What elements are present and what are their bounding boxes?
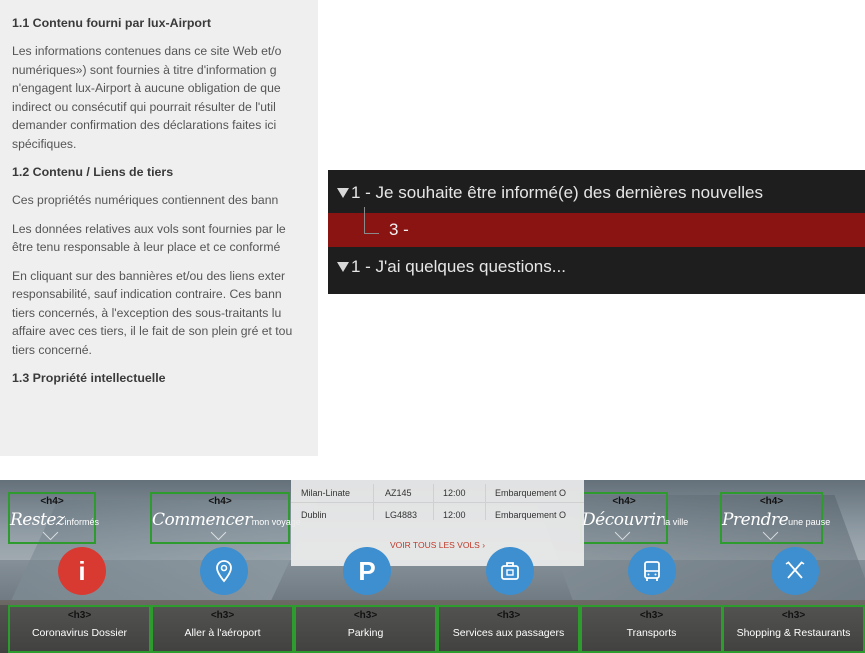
info-glyph: i xyxy=(78,556,86,586)
luggage-icon[interactable] xyxy=(486,547,534,595)
h3-tag: <h3> xyxy=(353,610,378,621)
h3-tag: <h3> xyxy=(781,610,806,621)
h4-script-text: Restez xyxy=(10,510,65,530)
tree-node-news[interactable]: 1 - Je souhaite être informé(e) des dern… xyxy=(328,176,763,210)
tree-node-label: 1 - J'ai quelques questions... xyxy=(351,257,566,276)
tree-connector xyxy=(364,207,379,234)
section-1-2-title: 1.2 Contenu / Liens de tiers xyxy=(12,165,174,179)
h4-small-text: informés xyxy=(64,517,99,527)
nav-coronavirus-dossier[interactable]: <h3> Coronavirus Dossier xyxy=(8,605,151,653)
nav-transports[interactable]: <h3> Transports xyxy=(580,605,723,653)
text-line: Ces propriétés numériques contiennent de… xyxy=(12,193,279,207)
expand-triangle-icon[interactable] xyxy=(337,261,349,272)
text-line: n'engagent lux-Airport à aucune obligati… xyxy=(12,81,281,95)
divider xyxy=(485,484,486,520)
section-1-2-paragraph-2: Les données relatives aux vols sont four… xyxy=(12,220,318,257)
nav-shopping-restaurants[interactable]: <h3> Shopping & Restaurants xyxy=(722,605,865,653)
tree-node-questions[interactable]: 1 - J'ai quelques questions... xyxy=(328,250,566,284)
text-line: affaire avec ces tiers, il le fait de so… xyxy=(12,324,293,338)
h4-script-text: Commencer xyxy=(152,510,252,530)
text-line: responsabilité, sauf indication contrair… xyxy=(12,287,282,301)
flight-code: AZ145 xyxy=(385,488,412,498)
cutlery-icon[interactable] xyxy=(771,547,819,595)
divider xyxy=(433,484,434,520)
h3-tag: <h3> xyxy=(67,610,92,621)
divider xyxy=(291,502,584,503)
flight-code: LG4883 xyxy=(385,510,418,520)
legal-text-panel: 1.1 Contenu fourni par lux-Airport Les i… xyxy=(0,0,318,456)
info-icon[interactable]: i xyxy=(58,547,106,595)
h3-tag: <h3> xyxy=(639,610,664,621)
flight-city: Milan-Linate xyxy=(301,488,351,498)
h4-tag: <h4> xyxy=(759,496,784,507)
h4-restez-informes[interactable]: <h4> Restezinformés xyxy=(8,492,99,544)
nav-label: Parking xyxy=(347,627,384,639)
h4-small-text: une pause xyxy=(788,517,831,527)
text-line: spécifiques. xyxy=(12,136,77,151)
h4-script-text: Prendre xyxy=(722,510,789,530)
h4-tag: <h4> xyxy=(612,496,636,507)
section-1-1-title: 1.1 Contenu fourni par lux-Airport xyxy=(12,16,211,30)
tree-node-selected[interactable]: 3 - xyxy=(328,213,865,247)
h3-tag: <h3> xyxy=(210,610,235,621)
nav-aller-aeroport[interactable]: <h3> Aller à l'aéroport xyxy=(151,605,294,653)
h4-prendre-pause[interactable]: <h4> Prendreune pause xyxy=(720,492,830,544)
luggage-icon xyxy=(501,562,519,580)
text-line: Les informations contenues dans ce site … xyxy=(12,44,282,58)
location-pin-icon[interactable] xyxy=(200,547,248,595)
expand-triangle-icon[interactable] xyxy=(337,187,349,198)
section-1-3-title: 1.3 Propriété intellectuelle xyxy=(12,371,166,385)
flight-time: 12:00 xyxy=(443,488,466,498)
h4-decouvrir-ville[interactable]: <h4> Découvrirla ville xyxy=(580,492,688,544)
h4-small-text: la ville xyxy=(663,517,689,527)
nav-parking[interactable]: <h3> Parking xyxy=(294,605,437,653)
divider xyxy=(373,484,374,520)
text-line: indirect ou consécutif qui pourrait résu… xyxy=(12,99,276,114)
text-line: Les données relatives aux vols sont four… xyxy=(12,221,286,236)
section-1-1-paragraph: Les informations contenues dans ce site … xyxy=(12,42,318,153)
tree-node-label: 1 - Je souhaite être informé(e) des dern… xyxy=(351,183,763,202)
nav-label: Shopping & Restaurants xyxy=(736,627,851,639)
flight-departures-widget: Milan-Linate AZ145 12:00 Embarquement O … xyxy=(291,480,584,566)
text-line: tiers concerné. xyxy=(12,342,92,357)
nav-label: Services aux passagers xyxy=(452,627,565,639)
bus-icon[interactable] xyxy=(628,547,676,595)
parking-glyph: P xyxy=(358,556,376,586)
bus-icon xyxy=(644,561,660,581)
h4-tag: <h4> xyxy=(208,496,232,507)
text-line: être tenu responsable à leur place et ce… xyxy=(12,240,281,254)
section-1-2-paragraph-3: En cliquant sur des bannières et/ou des … xyxy=(12,267,318,360)
text-line: tiers concernés, à l'exception des sous-… xyxy=(12,305,282,320)
airport-nav-banner: <h4> Restezinformés <h4> Commencermon vo… xyxy=(0,480,865,653)
text-line: En cliquant sur des bannières et/ou des … xyxy=(12,268,286,283)
cutlery-icon xyxy=(785,561,805,579)
nav-services-passagers[interactable]: <h3> Services aux passagers xyxy=(437,605,580,653)
flight-row[interactable]: Dublin LG4883 12:00 Embarquement O xyxy=(291,506,584,524)
text-line: demander confirmation des déclarations f… xyxy=(12,118,277,132)
nav-label: Aller à l'aéroport xyxy=(184,627,261,639)
tree-view: 1 - Je souhaite être informé(e) des dern… xyxy=(328,170,865,294)
h3-tag: <h3> xyxy=(496,610,521,621)
text-line: numériques») sont fournies à titre d'inf… xyxy=(12,62,277,77)
parking-icon[interactable]: P xyxy=(343,547,391,595)
h4-commencer-voyage[interactable]: <h4> Commencermon voyage xyxy=(150,492,301,544)
nav-label: Transports xyxy=(626,627,677,639)
section-1-2-paragraph-1: Ces propriétés numériques contiennent de… xyxy=(12,191,318,210)
flight-status: Embarquement O xyxy=(495,488,567,498)
flight-row[interactable]: Milan-Linate AZ145 12:00 Embarquement O xyxy=(291,484,584,502)
voir-tous-les-vols-link[interactable]: VOIR TOUS LES VOLS › xyxy=(291,540,584,550)
location-pin-icon xyxy=(216,560,232,583)
flight-status: Embarquement O xyxy=(495,510,567,520)
tree-node-label: 3 - xyxy=(389,220,409,239)
h4-tag: <h4> xyxy=(40,496,64,507)
nav-label: Coronavirus Dossier xyxy=(31,627,128,639)
flight-city: Dublin xyxy=(301,510,327,520)
flight-time: 12:00 xyxy=(443,510,466,520)
